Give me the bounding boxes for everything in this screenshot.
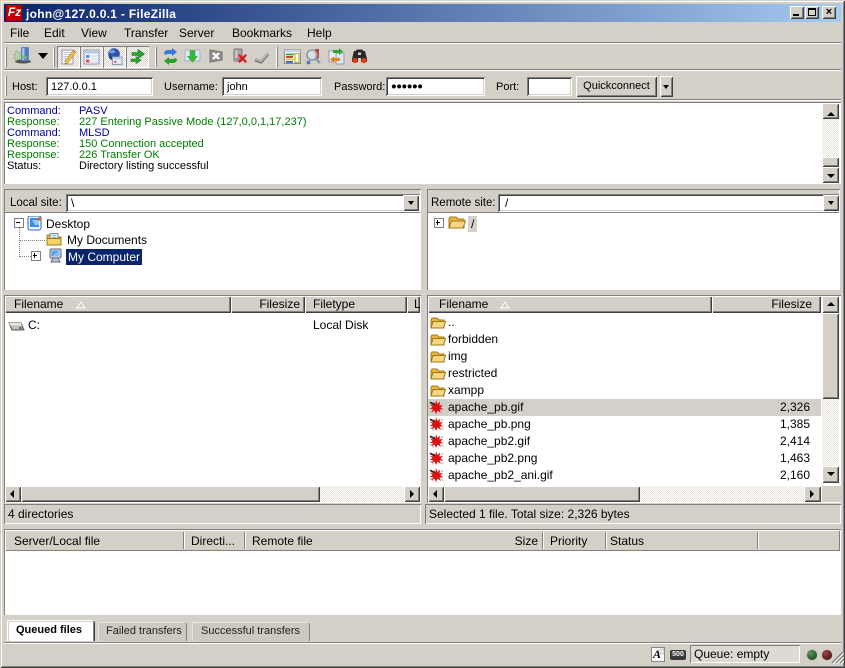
svg-text:A: A xyxy=(652,647,661,661)
